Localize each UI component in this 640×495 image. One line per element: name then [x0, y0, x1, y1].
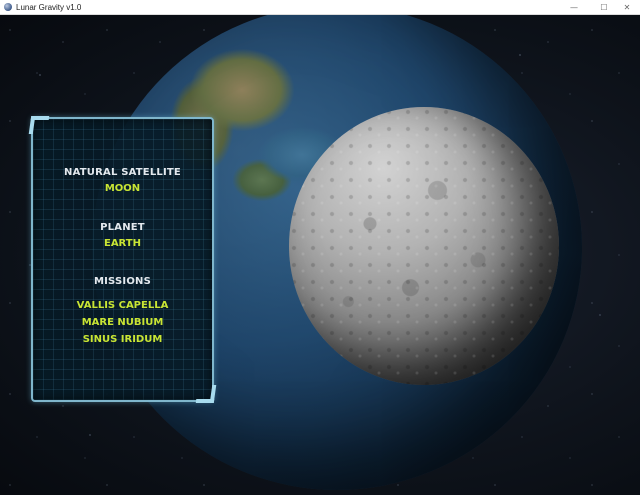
app-icon [4, 3, 12, 11]
satellite-label: NATURAL SATELLITE [64, 167, 181, 178]
close-button[interactable]: ✕ [614, 0, 640, 15]
window-titlebar[interactable]: Lunar Gravity v1.0 — ☐ ✕ [0, 0, 640, 15]
window-title: Lunar Gravity v1.0 [16, 3, 82, 12]
mission-item-mare-nubium[interactable]: MARE NUBIUM [33, 315, 212, 332]
planet-value: EARTH [103, 238, 141, 249]
panel-corner-top-left [28, 116, 50, 134]
minimize-button[interactable]: — [560, 0, 588, 15]
moon-craters [289, 107, 559, 385]
mission-item-sinus-iridum[interactable]: SINUS IRIDUM [33, 332, 212, 349]
satellite-value: MOON [104, 183, 141, 194]
mission-item-vallis-capella[interactable]: VALLIS CAPELLA [33, 298, 212, 315]
planet-label: PLANET [100, 222, 145, 233]
info-panel: NATURAL SATELLITE MOON PLANET EARTH MISS… [28, 116, 217, 403]
mission-list: VALLIS CAPELLA MARE NUBIUM SINUS IRIDUM [33, 298, 212, 349]
panel-corner-bottom-right [195, 385, 217, 403]
missions-label: MISSIONS [93, 276, 152, 287]
game-viewport[interactable]: NATURAL SATELLITE MOON PLANET EARTH MISS… [0, 15, 640, 495]
